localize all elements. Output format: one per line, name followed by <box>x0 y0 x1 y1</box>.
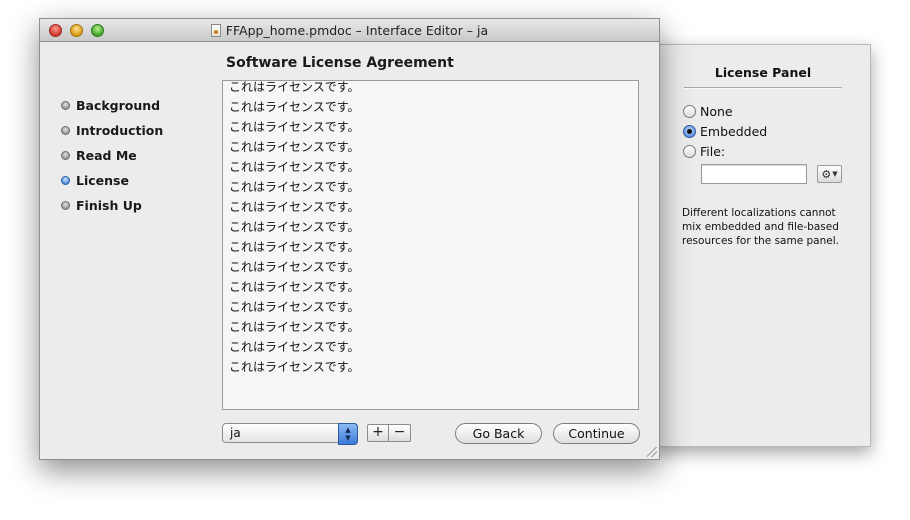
step-label: License <box>76 172 129 188</box>
window-title-group: FFApp_home.pmdoc – Interface Editor – ja <box>40 19 659 41</box>
language-popup[interactable]: ja ▲ ▼ <box>222 423 358 445</box>
go-back-button[interactable]: Go Back <box>455 423 542 444</box>
resize-grip-icon[interactable] <box>647 447 657 457</box>
radio-none-label: None <box>700 103 733 119</box>
radio-none[interactable]: None <box>683 102 733 120</box>
file-path-field[interactable] <box>701 164 807 184</box>
step-label: Read Me <box>76 147 137 163</box>
license-text-lines: これはライセンスです。 これはライセンスです。 これはライセンスです。 これはライセン… <box>229 80 360 380</box>
panel-title: License Panel <box>714 65 812 80</box>
license-line: これはライセンスです。 <box>229 120 360 134</box>
radio-file-button[interactable] <box>683 144 696 158</box>
radio-embedded-button[interactable] <box>683 124 696 138</box>
license-panel-inspector: License Panel None Embedded File: ⚙ ▼ Dif… <box>655 44 871 447</box>
license-line: これはライセンスです。 <box>229 100 360 114</box>
license-line: これはライセンスです。 <box>229 360 360 374</box>
license-line: これはライセンスです。 <box>229 340 360 354</box>
window-title: FFApp_home.pmdoc – Interface Editor – ja <box>225 22 489 38</box>
license-line: これはライセンスです。 <box>229 240 360 254</box>
add-language-button[interactable]: + <box>367 424 389 442</box>
license-line: これはライセンスです。 <box>229 260 360 274</box>
gear-icon: ⚙ <box>821 167 832 181</box>
chevron-down-icon: ▼ <box>832 170 838 178</box>
step-label: Background <box>76 97 161 113</box>
step-license[interactable]: License <box>61 172 129 188</box>
step-bullet-icon <box>61 125 70 135</box>
gear-menu-button[interactable]: ⚙ ▼ <box>817 165 842 183</box>
step-finish-up[interactable]: Finish Up <box>61 197 142 213</box>
license-line: これはライセンスです。 <box>229 140 360 154</box>
titlebar[interactable]: FFApp_home.pmdoc – Interface Editor – ja <box>40 19 659 42</box>
step-introduction[interactable]: Introduction <box>61 122 163 138</box>
license-line: これはライセンスです。 <box>229 200 360 214</box>
content-title: Software License Agreement <box>226 55 454 71</box>
license-line: これはライセンスです。 <box>229 320 360 334</box>
radio-file[interactable]: File: <box>683 142 725 160</box>
localization-note: Different localizations cannot mix embed… <box>682 207 839 247</box>
radio-embedded[interactable]: Embedded <box>683 122 767 140</box>
license-line: これはライセンスです。 <box>229 220 360 234</box>
step-bullet-active-icon <box>61 175 70 185</box>
license-line: これはライセンスです。 <box>229 160 360 174</box>
step-bullet-icon <box>61 150 70 160</box>
license-line: これはライセンスです。 <box>229 80 360 94</box>
step-bullet-icon <box>61 200 70 210</box>
step-read-me[interactable]: Read Me <box>61 147 137 163</box>
language-value: ja <box>230 426 241 440</box>
radio-none-button[interactable] <box>683 104 696 118</box>
license-line: これはライセンスです。 <box>229 300 360 314</box>
continue-button[interactable]: Continue <box>553 423 640 444</box>
interface-editor-window: FFApp_home.pmdoc – Interface Editor – ja… <box>39 18 660 460</box>
radio-file-label: File: <box>700 143 726 159</box>
radio-embedded-label: Embedded <box>700 123 768 139</box>
license-line: これはライセンスです。 <box>229 280 360 294</box>
license-text-area[interactable]: これはライセンスです。 これはライセンスです。 これはライセンスです。 これはライセン… <box>222 80 639 410</box>
step-bullet-icon <box>61 100 70 110</box>
panel-divider <box>684 87 842 89</box>
document-icon <box>210 23 221 37</box>
license-line: これはライセンスです。 <box>229 180 360 194</box>
step-background[interactable]: Background <box>61 97 160 113</box>
step-label: Introduction <box>76 122 164 138</box>
remove-language-button[interactable]: − <box>389 424 411 442</box>
step-label: Finish Up <box>76 197 142 213</box>
popup-arrows-icon: ▲ ▼ <box>338 423 358 445</box>
